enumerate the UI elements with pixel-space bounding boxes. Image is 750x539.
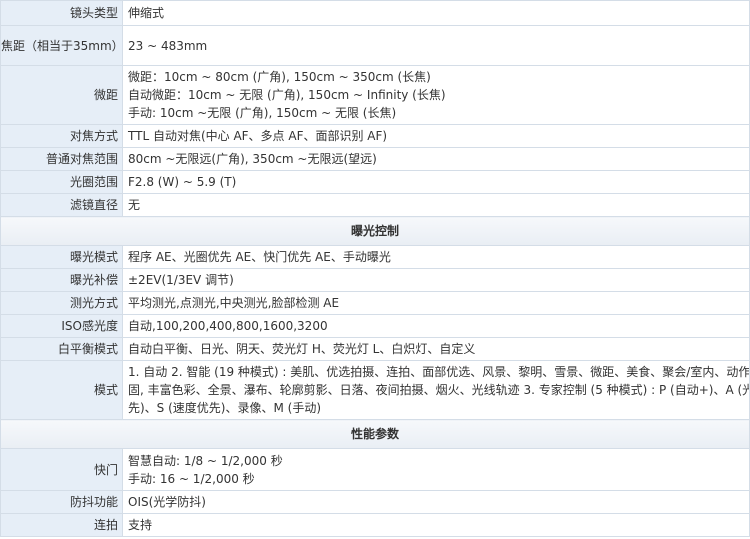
spec-label: 曝光模式: [0, 245, 123, 269]
spec-row: 测光方式 平均测光,点测光,中央测光,脸部检测 AE: [0, 291, 750, 315]
spec-value-line: 支持: [128, 518, 153, 532]
spec-label: 曝光补偿: [0, 268, 123, 292]
spec-value-line: 智慧自动: 1/8 ~ 1/2,000 秒: [128, 453, 283, 468]
spec-value-line: ±2EV(1/3EV 调节): [128, 273, 234, 287]
spec-value: 伸缩式: [122, 0, 750, 26]
spec-value-line: 固, 丰富色彩、全景、瀑布、轮廓剪影、日落、夜间拍摄、烟火、光线轨迹 3. 专家…: [128, 383, 750, 397]
spec-value-line: 自动微距：10cm ~ 无限 (广角), 150cm ~ Infinity (长…: [128, 88, 446, 102]
spec-label: 焦距（相当于35mm）: [0, 25, 123, 66]
spec-row: ISO感光度 自动,100,200,400,800,1600,3200: [0, 314, 750, 338]
spec-label: 连拍: [0, 513, 123, 537]
spec-value: 智慧自动: 1/8 ~ 1/2,000 秒手动: 16 ~ 1/2,000 秒: [122, 448, 750, 491]
spec-value: 无: [122, 193, 750, 217]
spec-value: TTL 自动对焦(中心 AF、多点 AF、面部识别 AF): [122, 124, 750, 148]
spec-row: 镜头类型 伸缩式: [0, 0, 750, 26]
spec-value-line: 伸缩式: [128, 6, 165, 20]
spec-label: ISO感光度: [0, 314, 123, 338]
section-title: 曝光控制: [0, 216, 750, 246]
spec-value: ±2EV(1/3EV 调节): [122, 268, 750, 292]
spec-label: 光圈范围: [0, 170, 123, 194]
spec-row: 白平衡模式 自动白平衡、日光、阴天、荧光灯 H、荧光灯 L、白炽灯、自定义: [0, 337, 750, 361]
spec-value: 1. 自动 2. 智能 (19 种模式) : 美肌、优选拍摄、连拍、面部优选、风…: [122, 360, 750, 420]
spec-row: 焦距（相当于35mm） 23 ~ 483mm: [0, 25, 750, 66]
spec-row: 微距 微距：10cm ~ 80cm (广角), 150cm ~ 350cm (长焦…: [0, 65, 750, 125]
spec-value-line: 手动: 10cm ~无限 (广角), 150cm ~ 无限 (长焦): [128, 106, 397, 120]
spec-value-line: TTL 自动对焦(中心 AF、多点 AF、面部识别 AF): [128, 129, 388, 143]
section-header-row: 性能参数: [0, 419, 750, 449]
spec-value: OIS(光学防抖): [122, 490, 750, 514]
spec-label: 模式: [0, 360, 123, 420]
spec-value: 程序 AE、光圈优先 AE、快门优先 AE、手动曝光: [122, 245, 750, 269]
spec-value-line: 自动白平衡、日光、阴天、荧光灯 H、荧光灯 L、白炽灯、自定义: [128, 342, 476, 356]
spec-row: 连拍 支持: [0, 513, 750, 537]
spec-value-line: 微距：10cm ~ 80cm (广角), 150cm ~ 350cm (长焦): [128, 70, 431, 84]
spec-value-line: F2.8 (W) ~ 5.9 (T): [128, 175, 237, 189]
spec-label: 滤镜直径: [0, 193, 123, 217]
spec-table: 镜头类型 伸缩式 焦距（相当于35mm） 23 ~ 483mm 微距 微距：10cm ~ …: [0, 0, 750, 537]
spec-label: 对焦方式: [0, 124, 123, 148]
spec-row: 模式 1. 自动 2. 智能 (19 种模式) : 美肌、优选拍摄、连拍、面部优选…: [0, 360, 750, 420]
spec-value-line: 平均测光,点测光,中央测光,脸部检测 AE: [128, 296, 340, 310]
spec-label: 快门: [0, 448, 123, 491]
spec-value-line: 23 ~ 483mm: [128, 38, 208, 53]
spec-value-line: 80cm ~无限远(广角), 350cm ~无限远(望远): [128, 152, 377, 166]
spec-value-line: 先)、S (速度优先)、录像、M (手动): [128, 401, 322, 415]
spec-row: 普通对焦范围 80cm ~无限远(广角), 350cm ~无限远(望远): [0, 147, 750, 171]
spec-row: 曝光模式 程序 AE、光圈优先 AE、快门优先 AE、手动曝光: [0, 245, 750, 269]
spec-label: 白平衡模式: [0, 337, 123, 361]
spec-table-body: 镜头类型 伸缩式 焦距（相当于35mm） 23 ~ 483mm 微距 微距：10cm ~ …: [0, 0, 750, 537]
spec-value-line: 手动: 16 ~ 1/2,000 秒: [128, 471, 255, 486]
spec-value: 平均测光,点测光,中央测光,脸部检测 AE: [122, 291, 750, 315]
spec-value-line: 程序 AE、光圈优先 AE、快门优先 AE、手动曝光: [128, 250, 391, 264]
spec-row: 曝光补偿 ±2EV(1/3EV 调节): [0, 268, 750, 292]
spec-value: 80cm ~无限远(广角), 350cm ~无限远(望远): [122, 147, 750, 171]
spec-value: 自动,100,200,400,800,1600,3200: [122, 314, 750, 338]
spec-value-line: 无: [128, 198, 141, 212]
spec-value: 微距：10cm ~ 80cm (广角), 150cm ~ 350cm (长焦) 自…: [122, 65, 750, 125]
spec-value: 自动白平衡、日光、阴天、荧光灯 H、荧光灯 L、白炽灯、自定义: [122, 337, 750, 361]
spec-label: 普通对焦范围: [0, 147, 123, 171]
spec-row: 光圈范围 F2.8 (W) ~ 5.9 (T): [0, 170, 750, 194]
section-title: 性能参数: [0, 419, 750, 449]
spec-value-line: 自动,100,200,400,800,1600,3200: [128, 319, 328, 333]
spec-label: 测光方式: [0, 291, 123, 315]
spec-label: 微距: [0, 65, 123, 125]
spec-row: 对焦方式 TTL 自动对焦(中心 AF、多点 AF、面部识别 AF): [0, 124, 750, 148]
spec-value: 支持: [122, 513, 750, 537]
spec-value-line: OIS(光学防抖): [128, 495, 206, 509]
spec-row: 滤镜直径无: [0, 193, 750, 217]
spec-value: 23 ~ 483mm: [122, 25, 750, 66]
spec-row: 快门 智慧自动: 1/8 ~ 1/2,000 秒手动: 16 ~ 1/2,000 …: [0, 448, 750, 491]
spec-value: F2.8 (W) ~ 5.9 (T): [122, 170, 750, 194]
spec-row: 防抖功能 OIS(光学防抖): [0, 490, 750, 514]
section-header-row: 曝光控制: [0, 216, 750, 246]
spec-value-line: 1. 自动 2. 智能 (19 种模式) : 美肌、优选拍摄、连拍、面部优选、风…: [128, 365, 750, 379]
spec-label: 镜头类型: [0, 0, 123, 26]
spec-label: 防抖功能: [0, 490, 123, 514]
